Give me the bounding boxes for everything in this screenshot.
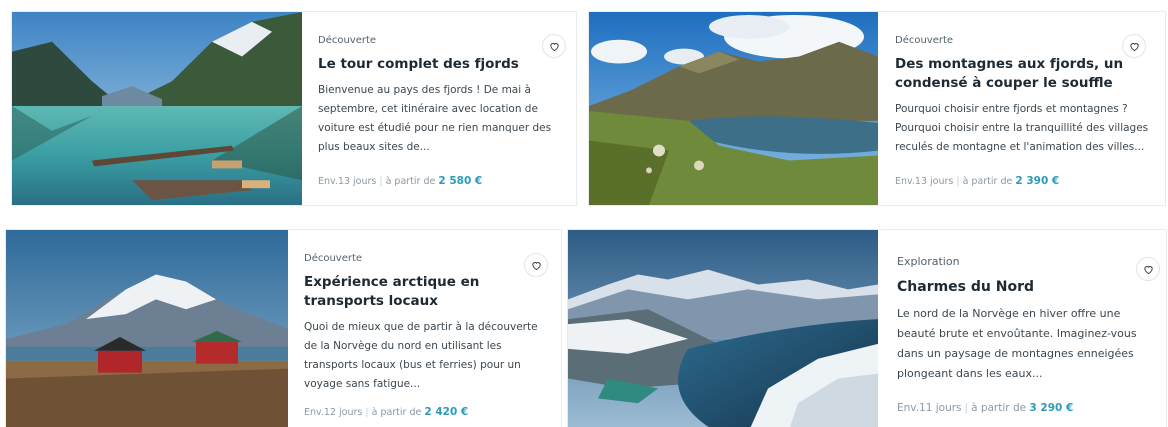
trip-title[interactable]: Expérience arctique en transports locaux: [304, 273, 552, 311]
trip-meta: Env.12 jours | à partir de 2 420 €: [304, 406, 468, 418]
meta-divider: |: [956, 176, 960, 187]
heart-icon: [549, 42, 559, 51]
heart-icon: [1129, 42, 1139, 51]
trip-duration: Env.13 jours: [895, 176, 954, 187]
trip-duration: Env.13 jours: [318, 176, 377, 187]
trip-duration: Env.12 jours: [304, 407, 363, 418]
trip-photo-snowy-fjord[interactable]: [568, 230, 878, 427]
meta-divider: |: [379, 176, 383, 187]
meta-divider: |: [964, 402, 969, 414]
trip-category: Exploration: [897, 255, 960, 268]
trip-title[interactable]: Le tour complet des fjords: [318, 55, 568, 74]
favorite-button[interactable]: [542, 34, 566, 58]
trip-card-fjords-complete[interactable]: Découverte Le tour complet des fjords Bi…: [11, 11, 577, 206]
trip-price: 2 420 €: [424, 406, 469, 418]
trip-card-body: Exploration Charmes du Nord Le nord de l…: [897, 230, 1147, 427]
trip-meta: Env.11 jours | à partir de 3 290 €: [897, 402, 1073, 414]
price-prefix: à partir de: [971, 402, 1027, 414]
trip-duration: Env.11 jours: [897, 402, 962, 414]
price-prefix: à partir de: [385, 176, 436, 187]
trip-title[interactable]: Charmes du Nord: [897, 277, 1147, 297]
favorite-button[interactable]: [1136, 257, 1160, 281]
trip-card-charmes-du-nord[interactable]: Exploration Charmes du Nord Le nord de l…: [567, 229, 1167, 427]
price-prefix: à partir de: [371, 407, 422, 418]
trip-category: Découverte: [895, 35, 954, 46]
trip-photo-mountain-lake[interactable]: [589, 12, 878, 205]
heart-icon: [1143, 265, 1153, 274]
trip-category: Découverte: [304, 253, 363, 264]
trip-card-arctic-transport[interactable]: Découverte Expérience arctique en transp…: [5, 229, 562, 427]
trip-description: Quoi de mieux que de partir à la découve…: [304, 321, 538, 390]
heart-icon: [531, 261, 541, 270]
trip-price: 2 580 €: [438, 175, 483, 187]
trip-description: Bienvenue au pays des fjords ! De mai à …: [318, 84, 552, 153]
trip-price: 2 390 €: [1015, 175, 1060, 187]
trip-card-mountains-fjords[interactable]: Découverte Des montagnes aux fjords, un …: [588, 11, 1166, 206]
trip-category: Découverte: [318, 35, 377, 46]
trip-price: 3 290 €: [1029, 402, 1074, 414]
meta-divider: |: [365, 407, 369, 418]
trip-description: Le nord de la Norvège en hiver offre une…: [897, 307, 1137, 380]
trip-photo-fjord-lake[interactable]: [12, 12, 302, 205]
trip-title[interactable]: Des montagnes aux fjords, un condensé à …: [895, 55, 1151, 93]
favorite-button[interactable]: [1122, 34, 1146, 58]
trip-photo-arctic-cabins[interactable]: [6, 230, 288, 427]
price-prefix: à partir de: [962, 176, 1013, 187]
trip-meta: Env.13 jours | à partir de 2 580 €: [318, 175, 482, 187]
trip-meta: Env.13 jours | à partir de 2 390 €: [895, 175, 1059, 187]
trip-card-body: Découverte Expérience arctique en transp…: [304, 230, 552, 427]
trip-description: Pourquoi choisir entre fjords et montagn…: [895, 103, 1149, 153]
favorite-button[interactable]: [524, 253, 548, 277]
